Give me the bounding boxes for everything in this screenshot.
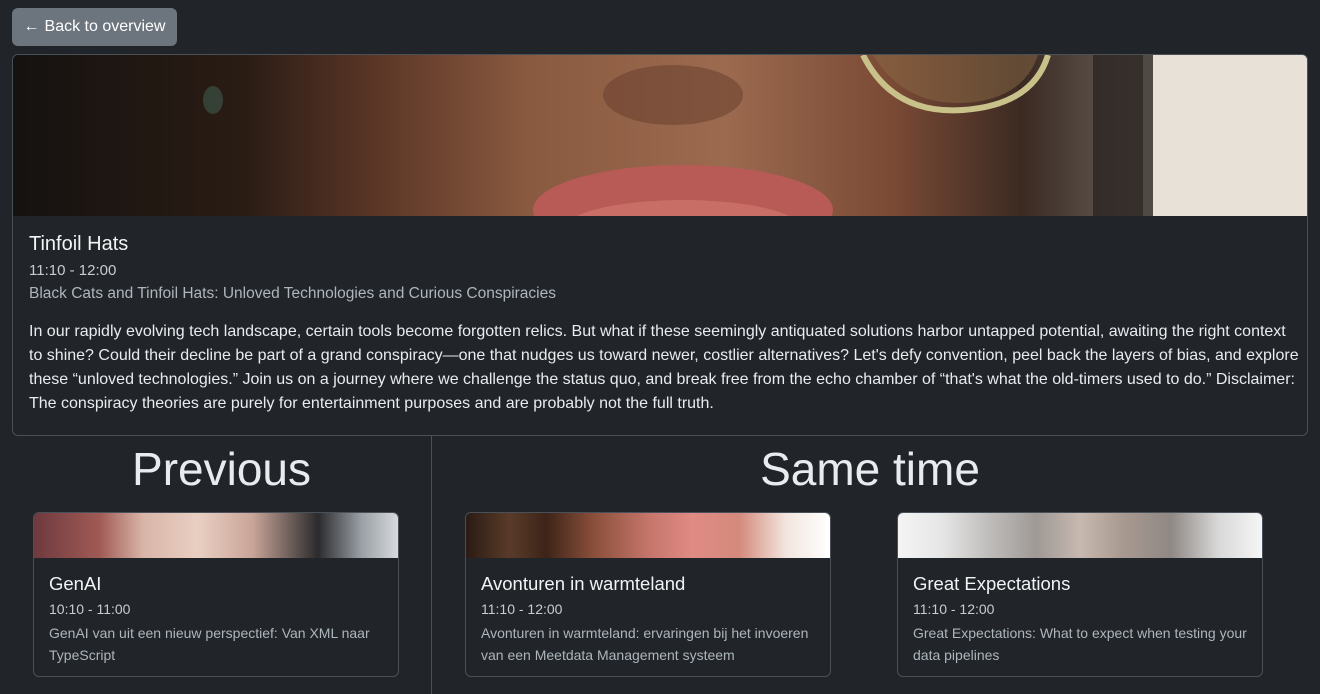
same-time-section: Same time Avonturen in warmteland 11:10 … [432, 436, 1308, 694]
talk-subtitle: Black Cats and Tinfoil Hats: Unloved Tec… [29, 285, 556, 302]
talk-card-title: Great Expectations [913, 573, 1071, 594]
talk-card-description: GenAI van uit een nieuw perspectief: Van… [49, 625, 370, 663]
talk-card-description: Avonturen in warmteland: ervaringen bij … [481, 625, 809, 663]
speaker-photo [13, 55, 1307, 216]
back-to-overview-button[interactable]: ← Back to overview [12, 8, 177, 46]
talk-card-genai[interactable]: GenAI 10:10 - 11:00 GenAI van uit een ni… [33, 512, 399, 677]
talk-title: Tinfoil Hats [29, 233, 129, 255]
talk-card-time: 11:10 - 12:00 [481, 601, 563, 617]
same-time-heading: Same time [760, 443, 980, 495]
speaker-photo [898, 513, 1262, 558]
talk-time: 11:10 - 12:00 [29, 262, 117, 279]
talk-card-avonturen[interactable]: Avonturen in warmteland 11:10 - 12:00 Av… [465, 512, 831, 677]
talk-card-great-expectations[interactable]: Great Expectations 11:10 - 12:00 Great E… [897, 512, 1263, 677]
talk-description: In our rapidly evolving tech landscape, … [29, 323, 1299, 412]
speaker-photo [34, 513, 398, 558]
talk-card-time: 10:10 - 11:00 [49, 601, 131, 617]
speaker-photo [466, 513, 830, 558]
talk-card-time: 11:10 - 12:00 [913, 601, 995, 617]
talk-card-title: GenAI [49, 573, 102, 594]
talk-detail-card: Tinfoil Hats 11:10 - 12:00 Black Cats an… [12, 54, 1308, 436]
back-button-label: Back to overview [44, 18, 166, 35]
talk-card-description: Great Expectations: What to expect when … [913, 625, 1247, 663]
arrow-left-icon: ← [23, 18, 40, 35]
talk-card-title: Avonturen in warmteland [481, 573, 686, 594]
previous-heading: Previous [132, 443, 311, 495]
previous-section: Previous GenAI 10:10 - 11:00 GenAI van u… [12, 436, 432, 694]
